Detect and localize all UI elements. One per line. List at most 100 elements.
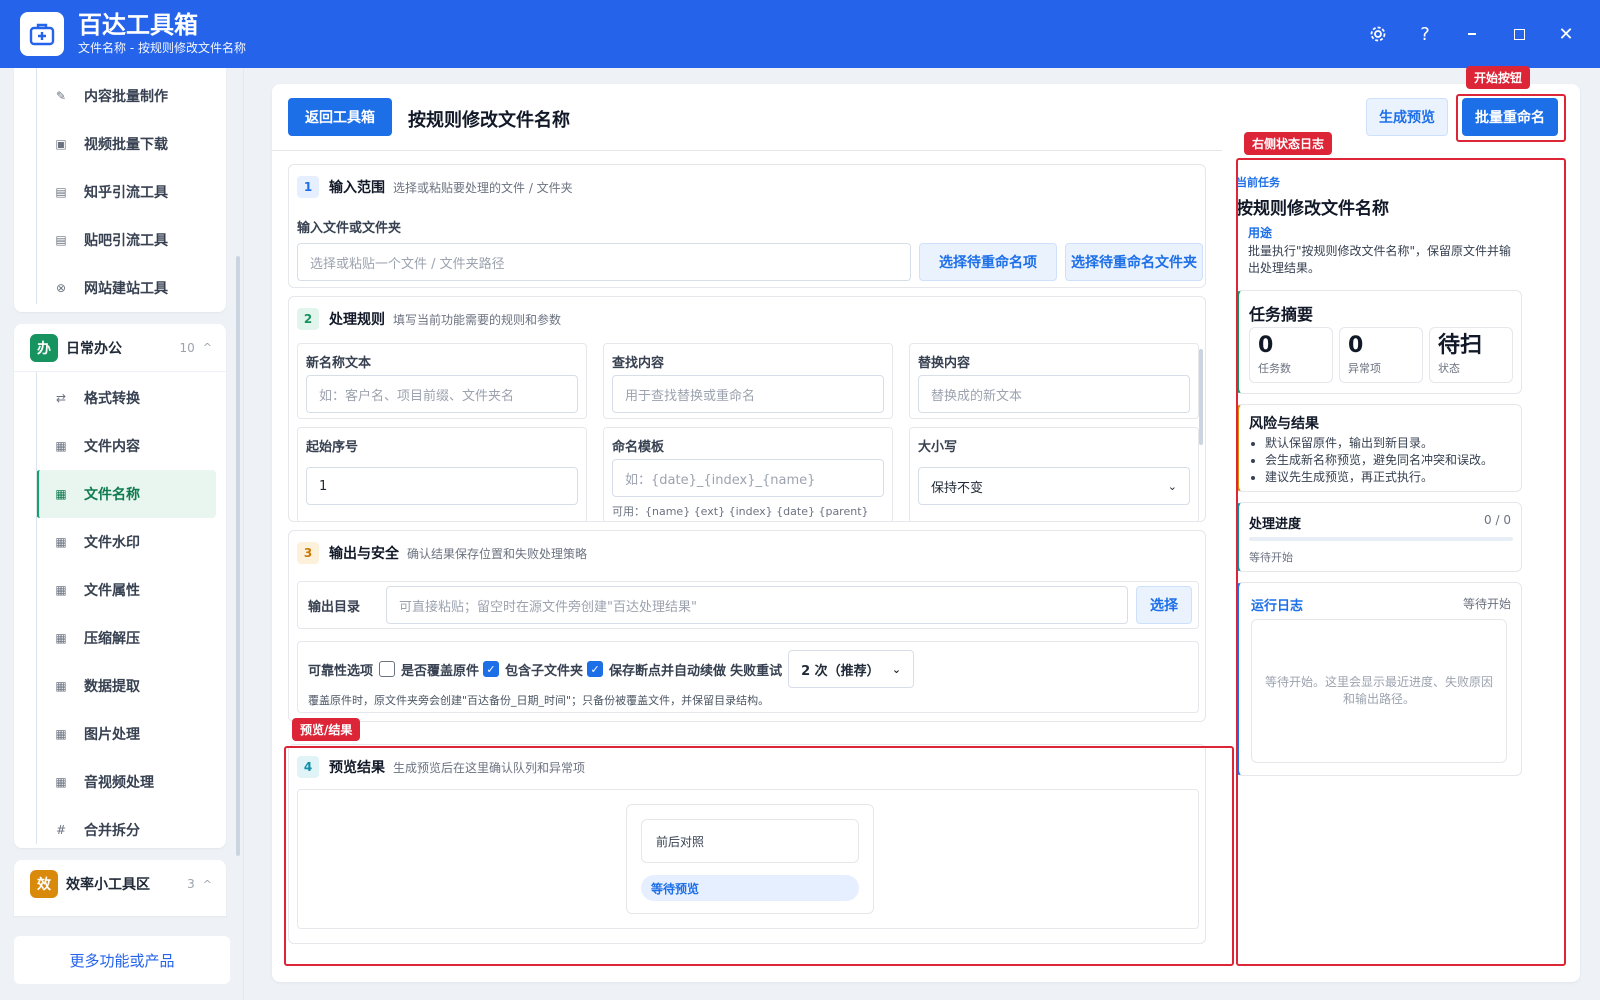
sidebar-item-merge-split[interactable]: # 合并拆分 [14,806,226,848]
group-count: 10 [179,340,195,355]
template-input[interactable]: 如：{date}_{index}_{name} [612,459,884,497]
summary-title: 任务摘要 [1249,305,1314,324]
grid-icon: ▦ [55,679,67,693]
grid-icon: ▦ [55,487,67,501]
select-folder-button[interactable]: 选择待重命名文件夹 [1065,243,1203,281]
sidebar-item-website[interactable]: ⊗ 网站建站工具 [14,264,226,312]
chevron-up-icon[interactable]: ^ [203,878,212,891]
output-note: 覆盖原件时，原文件夹旁会创建"百达备份_日期_时间"；只备份被覆盖文件，并保留目… [308,694,770,707]
replace-input[interactable]: 替换成的新文本 [918,375,1190,413]
progress-card: 处理进度 0 / 0 等待开始 [1236,502,1522,572]
progress-bar [1249,537,1513,541]
more-features-link[interactable]: 更多功能或产品 [14,936,230,984]
sidebar-item-file-content[interactable]: ▦ 文件内容 [14,422,226,470]
maximize-icon[interactable] [1499,14,1539,54]
sidebar-item-data-extract[interactable]: ▦ 数据提取 [14,662,226,710]
section-number: 1 [297,176,319,198]
sidebar-item-video-download[interactable]: ▣ 视频批量下载 [14,120,226,168]
overwrite-label: 是否覆盖原件 [401,663,480,679]
output-dir-input[interactable]: 可直接粘贴；留空时在源文件旁创建"百达处理结果" [386,586,1128,624]
tree-line [36,372,37,844]
close-icon[interactable]: ✕ [1546,14,1586,54]
sidebar-item-file-watermark[interactable]: ▦ 文件水印 [14,518,226,566]
section-rules: 2 处理规则 填写当前功能需要的规则和参数 新名称文本 如：客户名、项目前缀、文… [288,296,1206,522]
resume-label: 保存断点并自动续做 [609,663,727,679]
stat-task-count: 0 任务数 [1249,327,1333,383]
help-icon[interactable]: ? [1405,14,1445,54]
risk-card: 风险与结果 默认保留原件，输出到新目录。 会生成新名称预览，避免同名冲突和误改。… [1236,404,1522,492]
choose-output-button[interactable]: 选择 [1136,586,1192,624]
compare-label: 前后对照 [641,819,859,863]
group-header-office[interactable]: 办 日常办公 10 ^ [14,324,226,372]
waiting-preview-badge: 等待预览 [641,875,859,901]
start-index-input[interactable]: 1 [306,467,578,505]
risk-title: 风险与结果 [1249,416,1319,432]
field-template: 命名模板 如：{date}_{index}_{name} 可用：{name} {… [603,427,893,521]
section-preview: 4 预览结果 生成预览后在这里确认队列和异常项 前后对照 等待预览 [288,744,1206,944]
sidebar: ✎ 内容批量制作 ▣ 视频批量下载 ▤ 知乎引流工具 ▤ 贴吧引流工具 ⊗ 网站建站工具 … [0,68,244,1000]
task-summary-card: 任务摘要 0 任务数 0 异常项 待扫 状态 [1236,290,1522,394]
sidebar-item-audio-video[interactable]: ▦ 音视频处理 [14,758,226,806]
retry-select[interactable]: 2 次（推荐） ⌄ [788,650,915,688]
field-start-index: 起始序号 1 [297,427,587,521]
risk-item: 默认保留原件，输出到新目录。 [1265,435,1493,452]
overwrite-checkbox[interactable] [379,661,396,677]
settings-icon[interactable] [1358,14,1398,54]
retry-label: 失败重试 [730,663,783,679]
case-select[interactable]: 保持不变 ⌄ [918,467,1190,505]
grid-icon: ▦ [55,631,67,645]
back-to-toolbox-button[interactable]: 返回工具箱 [288,98,392,136]
sidebar-item-format-convert[interactable]: ⇄ 格式转换 [14,374,226,422]
usage-block: 用途 批量执行"按规则修改文件名称"，保留原文件并输出处理结果。 [1236,224,1520,277]
grid-icon: ▦ [55,727,67,741]
efficiency-badge: 效 [30,870,58,898]
section-title: 输出与安全 [329,546,399,562]
sidebar-item-file-name[interactable]: ▦ 文件名称 [36,470,216,518]
resume-checkbox[interactable]: ✓ [587,661,604,677]
section-desc: 确认结果保存位置和失败处理策略 [407,546,588,561]
grid-icon: ▦ [55,439,67,453]
new-name-input[interactable]: 如：客户名、项目前缀、文件夹名 [306,375,578,413]
minimize-icon[interactable] [1452,14,1492,54]
log-card: 运行日志 等待开始 等待开始。这里会显示最近进度、失败原因和输出路径。 [1236,582,1522,776]
edit-icon: ✎ [55,89,67,103]
chevron-up-icon[interactable]: ^ [203,341,212,354]
input-path-field[interactable]: 选择或粘贴一个文件 / 文件夹路径 [297,243,911,281]
batch-rename-button[interactable]: 批量重命名 [1462,98,1558,136]
sidebar-item-content-batch[interactable]: ✎ 内容批量制作 [14,72,226,120]
find-input[interactable]: 用于查找替换或重命名 [612,375,884,413]
preview-area: 前后对照 等待预览 [297,789,1199,929]
hash-icon: # [55,823,67,837]
progress-title: 处理进度 [1249,517,1302,532]
sidebar-item-image[interactable]: ▦ 图片处理 [14,710,226,758]
sidebar-group-office: 办 日常办公 10 ^ ⇄ 格式转换 ▦ 文件内容 ▦ 文件名称 ▦ 文件水印 ▦ 文件属… [14,324,226,848]
sidebar-scrollbar[interactable] [236,256,240,856]
header-divider [272,150,1222,151]
field-find: 查找内容 用于查找替换或重命名 [603,343,893,419]
field-case: 大小写 保持不变 ⌄ [909,427,1199,521]
progress-status: 等待开始 [1249,551,1293,564]
reliability-row: 可靠性选项 是否覆盖原件 ✓ 包含子文件夹 ✓ 保存断点并自动续做 失败重试 2… [297,641,1199,713]
subfolders-checkbox[interactable]: ✓ [483,661,500,677]
generate-preview-button[interactable]: 生成预览 [1366,98,1448,136]
swap-icon: ⇄ [55,391,67,405]
globe-icon: ⊗ [55,281,67,295]
sidebar-item-zhihu[interactable]: ▤ 知乎引流工具 [14,168,226,216]
output-row: 输出目录 可直接粘贴；留空时在源文件旁创建"百达处理结果" 选择 [297,581,1199,629]
annotation-preview-result: 预览/结果 [292,718,361,741]
sidebar-item-tieba[interactable]: ▤ 贴吧引流工具 [14,216,226,264]
template-hint: 可用：{name} {ext} {index} {date} {parent} [612,505,869,518]
group-header-efficiency[interactable]: 效 效率小工具区 3 ^ [14,860,226,908]
sidebar-item-compress[interactable]: ▦ 压缩解压 [14,614,226,662]
section-desc: 选择或粘贴要处理的文件 / 文件夹 [393,180,573,195]
log-area[interactable]: 等待开始。这里会显示最近进度、失败原因和输出路径。 [1251,619,1507,763]
office-badge: 办 [30,333,58,362]
sidebar-top-group: ✎ 内容批量制作 ▣ 视频批量下载 ▤ 知乎引流工具 ▤ 贴吧引流工具 ⊗ 网站建站工具 [14,68,226,312]
tree-line [36,68,37,304]
select-items-button[interactable]: 选择待重命名项 [919,243,1057,281]
grid-icon: ▦ [55,535,67,549]
group-name: 日常办公 [66,340,122,357]
sidebar-item-file-attributes[interactable]: ▦ 文件属性 [14,566,226,614]
rules-scrollbar[interactable] [1199,349,1203,445]
chevron-down-icon: ⌄ [1167,479,1177,493]
